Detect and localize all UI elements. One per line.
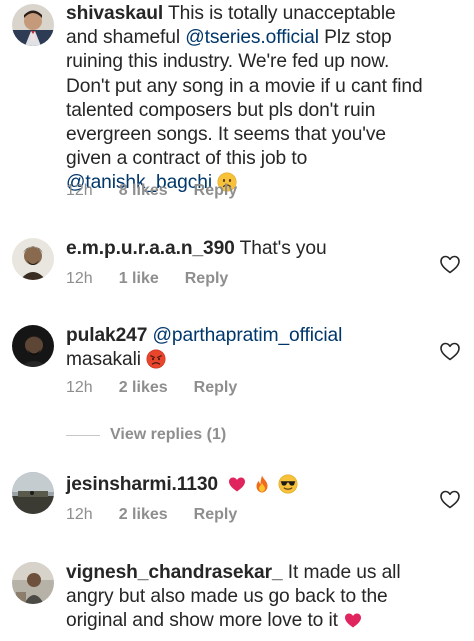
comment-username[interactable]: vignesh_chandrasekar_: [66, 562, 283, 583]
red-heart-emoji: [343, 610, 363, 637]
angry-face-emoji: [146, 349, 166, 376]
avatar[interactable]: [12, 562, 54, 604]
heart-outline-icon[interactable]: [438, 487, 462, 511]
comment-time: 12h: [66, 270, 93, 287]
reply-button[interactable]: Reply: [194, 506, 238, 523]
sunglasses-face-emoji: [278, 474, 298, 501]
red-heart-emoji: [227, 474, 247, 501]
fire-emoji: [252, 474, 272, 501]
likes-count[interactable]: 2 likes: [119, 379, 168, 396]
heart-outline-icon[interactable]: [438, 252, 462, 276]
mention-link[interactable]: @parthapratim_official: [147, 325, 343, 346]
reply-button[interactable]: Reply: [194, 379, 238, 396]
comment-meta: 12h 8 likes Reply: [66, 182, 263, 200]
comment-username[interactable]: pulak247: [66, 325, 147, 346]
comment-meta: 12h 1 like Reply: [66, 270, 254, 288]
likes-count[interactable]: 8 likes: [119, 182, 168, 199]
avatar[interactable]: [12, 472, 54, 514]
avatar[interactable]: [12, 238, 54, 280]
comment-meta: 12h 2 likes Reply: [66, 379, 263, 397]
avatar[interactable]: [12, 4, 54, 46]
likes-count[interactable]: 1 like: [119, 270, 159, 287]
comment-username[interactable]: jesinsharmi.1130: [66, 474, 218, 495]
comment-username[interactable]: shivaskaul: [66, 3, 163, 24]
heart-outline-icon[interactable]: [438, 339, 462, 363]
mention-link[interactable]: @tseries.official: [185, 27, 319, 48]
comment-text: Plz stop ruining this industry. We're fe…: [66, 27, 423, 170]
divider: [66, 434, 100, 436]
view-replies-button[interactable]: View replies (1): [66, 426, 226, 444]
reply-button[interactable]: Reply: [185, 270, 229, 287]
comment-username[interactable]: e.m.p.u.r.a.a.n_390: [66, 238, 235, 259]
comment-time: 12h: [66, 379, 93, 396]
comment-text: That's you: [234, 238, 327, 259]
comment-text: masakali: [66, 349, 147, 371]
reply-button[interactable]: Reply: [194, 182, 238, 199]
avatar[interactable]: [12, 325, 54, 367]
comment-meta: 12h 2 likes Reply: [66, 506, 263, 524]
comment-time: 12h: [66, 506, 93, 523]
view-replies-label: View replies (1): [110, 426, 227, 443]
comment-time: 12h: [66, 182, 93, 199]
likes-count[interactable]: 2 likes: [119, 506, 168, 523]
